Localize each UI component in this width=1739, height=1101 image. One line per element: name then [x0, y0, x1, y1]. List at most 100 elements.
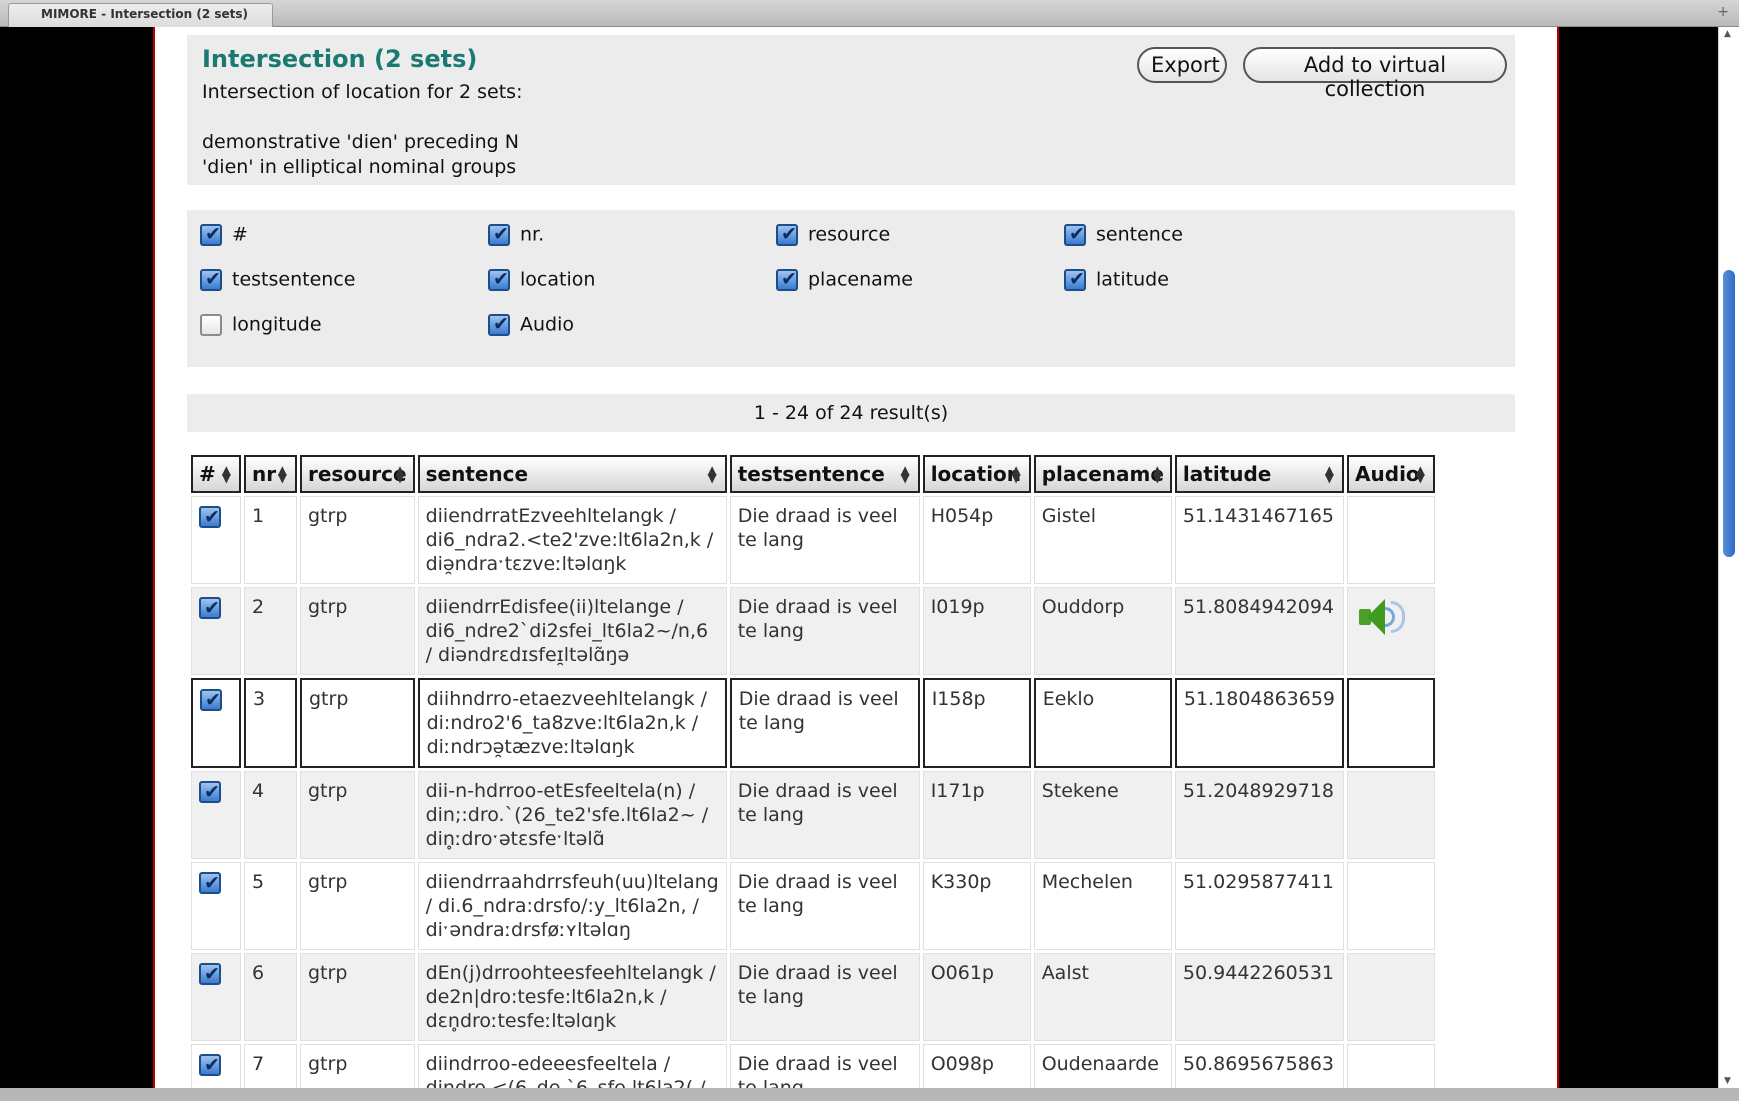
location-cell: K330p — [922, 862, 1031, 950]
sentence-cell: diiendrraahdrrsfeuh(uu)ltelang / di.6_nd… — [417, 862, 727, 950]
testsentence-cell: Die draad is veel te lang — [729, 771, 920, 859]
nr-cell: 4 — [244, 771, 297, 859]
latitude-cell: 51.0295877411 — [1174, 862, 1345, 950]
column-option-audio[interactable]: Audio — [488, 313, 574, 339]
column-header-audio[interactable]: Audio ▲ ▼ — [1347, 455, 1436, 493]
scroll-up-arrow-icon[interactable]: ▲ — [1724, 29, 1731, 39]
table-row: 1 gtrp diiendrratEzveehltelangk / di6_nd… — [191, 496, 1436, 584]
table-row: 6 gtrp dEn(j)drroohteesfeehltelangk / de… — [191, 953, 1436, 1041]
column-header-location[interactable]: location ▲ ▼ — [922, 455, 1031, 493]
resource-link[interactable]: gtrp — [300, 678, 415, 768]
row-select-cell[interactable] — [191, 771, 241, 859]
testsentence-cell: Die draad is veel te lang — [729, 1044, 920, 1088]
latitude-cell: 50.9442260531 — [1174, 953, 1345, 1041]
table-row: 4 gtrp dii-n-hdrroo-etEsfeeltela(n) / di… — [191, 771, 1436, 859]
row-select-cell[interactable] — [191, 1044, 241, 1088]
checkbox[interactable] — [776, 268, 798, 291]
audio-cell — [1347, 771, 1436, 859]
audio-cell — [1347, 678, 1436, 768]
column-option-location[interactable]: location — [488, 268, 595, 294]
page-title: Intersection (2 sets) — [202, 45, 478, 73]
resource-link[interactable]: gtrp — [300, 953, 415, 1041]
row-select-cell[interactable] — [191, 678, 241, 768]
column-option-sentence[interactable]: sentence — [1064, 223, 1183, 249]
row-select-cell[interactable] — [191, 953, 241, 1041]
browser-tabbar: MIMORE - Intersection (2 sets) + — [0, 0, 1739, 27]
export-button[interactable]: Export — [1137, 47, 1227, 83]
checkbox[interactable] — [488, 313, 510, 336]
table-row: 3 gtrp diihndrro-etaezveehltelangk / di:… — [191, 678, 1436, 768]
vertical-scrollbar[interactable]: ▲ ▼ — [1718, 27, 1739, 1088]
checkbox[interactable] — [776, 223, 798, 246]
intersection-header: Intersection (2 sets) Intersection of lo… — [187, 35, 1515, 185]
resource-link[interactable]: gtrp — [300, 771, 415, 859]
checkbox[interactable] — [1064, 268, 1086, 291]
row-checkbox[interactable] — [199, 962, 221, 986]
set-list: demonstrative 'dien' preceding N 'dien' … — [202, 130, 519, 180]
row-checkbox[interactable] — [200, 688, 222, 712]
column-header-placename[interactable]: placename ▲ ▼ — [1033, 455, 1172, 493]
row-checkbox[interactable] — [199, 596, 221, 620]
placename-cell: Mechelen — [1033, 862, 1172, 950]
column-option-resource[interactable]: resource — [776, 223, 890, 249]
table-row: 7 gtrp diindrroo-edeeesfeeltela / dindro… — [191, 1044, 1436, 1088]
placename-cell: Eeklo — [1033, 678, 1172, 768]
column-header-resource[interactable]: resource ▲ ▼ — [300, 455, 415, 493]
sort-icon: ▲ ▼ — [277, 463, 287, 485]
row-select-cell[interactable] — [191, 587, 241, 675]
sentence-cell: diindrroo-edeeesfeeltela / dindro.<(6_de… — [417, 1044, 727, 1088]
add-to-virtual-collection-button[interactable]: Add to virtual collection — [1243, 47, 1507, 101]
checkbox[interactable] — [1064, 223, 1086, 246]
latitude-cell: 51.1804863659 — [1174, 678, 1345, 768]
nr-cell: 6 — [244, 953, 297, 1041]
table-row: 2 gtrp diiendrrEdisfee(ii)ltelange / di6… — [191, 587, 1436, 675]
column-option-longitude[interactable]: longitude — [200, 313, 322, 339]
row-select-cell[interactable] — [191, 862, 241, 950]
resource-link[interactable]: gtrp — [300, 862, 415, 950]
placename-cell: Oudenaarde — [1033, 1044, 1172, 1088]
column-header-testsentence[interactable]: testsentence ▲ ▼ — [729, 455, 920, 493]
latitude-cell: 51.8084942094 — [1174, 587, 1345, 675]
sort-icon: ▲ ▼ — [221, 463, 231, 485]
placename-cell: Ouddorp — [1033, 587, 1172, 675]
column-option-latitude[interactable]: latitude — [1064, 268, 1169, 294]
location-cell: O061p — [922, 953, 1031, 1041]
column-option-testsentence[interactable]: testsentence — [200, 268, 355, 294]
nr-cell: 5 — [244, 862, 297, 950]
row-checkbox[interactable] — [199, 780, 221, 804]
column-header-nr[interactable]: nr ▲ ▼ — [244, 455, 297, 493]
row-checkbox[interactable] — [199, 505, 221, 529]
checkbox[interactable] — [200, 223, 222, 246]
column-option-hash[interactable]: # — [200, 223, 248, 249]
column-option-nr[interactable]: nr. — [488, 223, 544, 249]
column-header-latitude[interactable]: latitude ▲ ▼ — [1174, 455, 1345, 493]
resource-link[interactable]: gtrp — [300, 496, 415, 584]
checkbox[interactable] — [488, 223, 510, 246]
checkbox[interactable] — [200, 268, 222, 291]
resource-link[interactable]: gtrp — [300, 587, 415, 675]
set-name: demonstrative 'dien' preceding N — [202, 131, 519, 153]
resource-link[interactable]: gtrp — [300, 1044, 415, 1088]
row-checkbox[interactable] — [199, 871, 221, 895]
scroll-thumb[interactable] — [1723, 270, 1735, 557]
browser-tab[interactable]: MIMORE - Intersection (2 sets) — [8, 3, 273, 27]
column-option-placename[interactable]: placename — [776, 268, 913, 294]
sort-icon: ▲ ▼ — [395, 463, 405, 485]
row-checkbox[interactable] — [199, 1053, 221, 1077]
row-select-cell[interactable] — [191, 496, 241, 584]
sentence-cell: dEn(j)drroohteesfeehltelangk / de2n|dro:… — [417, 953, 727, 1041]
results-table: # ▲ ▼ nr ▲ ▼ resource ▲ ▼ sentence ▲ ▼ testsente… — [188, 452, 1438, 1088]
checkbox[interactable] — [200, 313, 222, 336]
sort-icon: ▲ ▼ — [1324, 463, 1335, 485]
checkbox[interactable] — [488, 268, 510, 291]
column-header-sentence[interactable]: sentence ▲ ▼ — [417, 455, 727, 493]
scroll-down-arrow-icon[interactable]: ▼ — [1724, 1076, 1731, 1086]
sort-icon: ▲ ▼ — [707, 463, 717, 485]
speaker-icon[interactable] — [1355, 595, 1407, 639]
nr-cell: 1 — [244, 496, 297, 584]
sentence-cell: diihndrro-etaezveehltelangk / di:ndro2'6… — [417, 678, 727, 768]
sort-icon: ▲ ▼ — [1415, 463, 1426, 485]
new-tab-button[interactable]: + — [1717, 4, 1729, 20]
column-header-hash[interactable]: # ▲ ▼ — [191, 455, 241, 493]
testsentence-cell: Die draad is veel te lang — [729, 953, 920, 1041]
